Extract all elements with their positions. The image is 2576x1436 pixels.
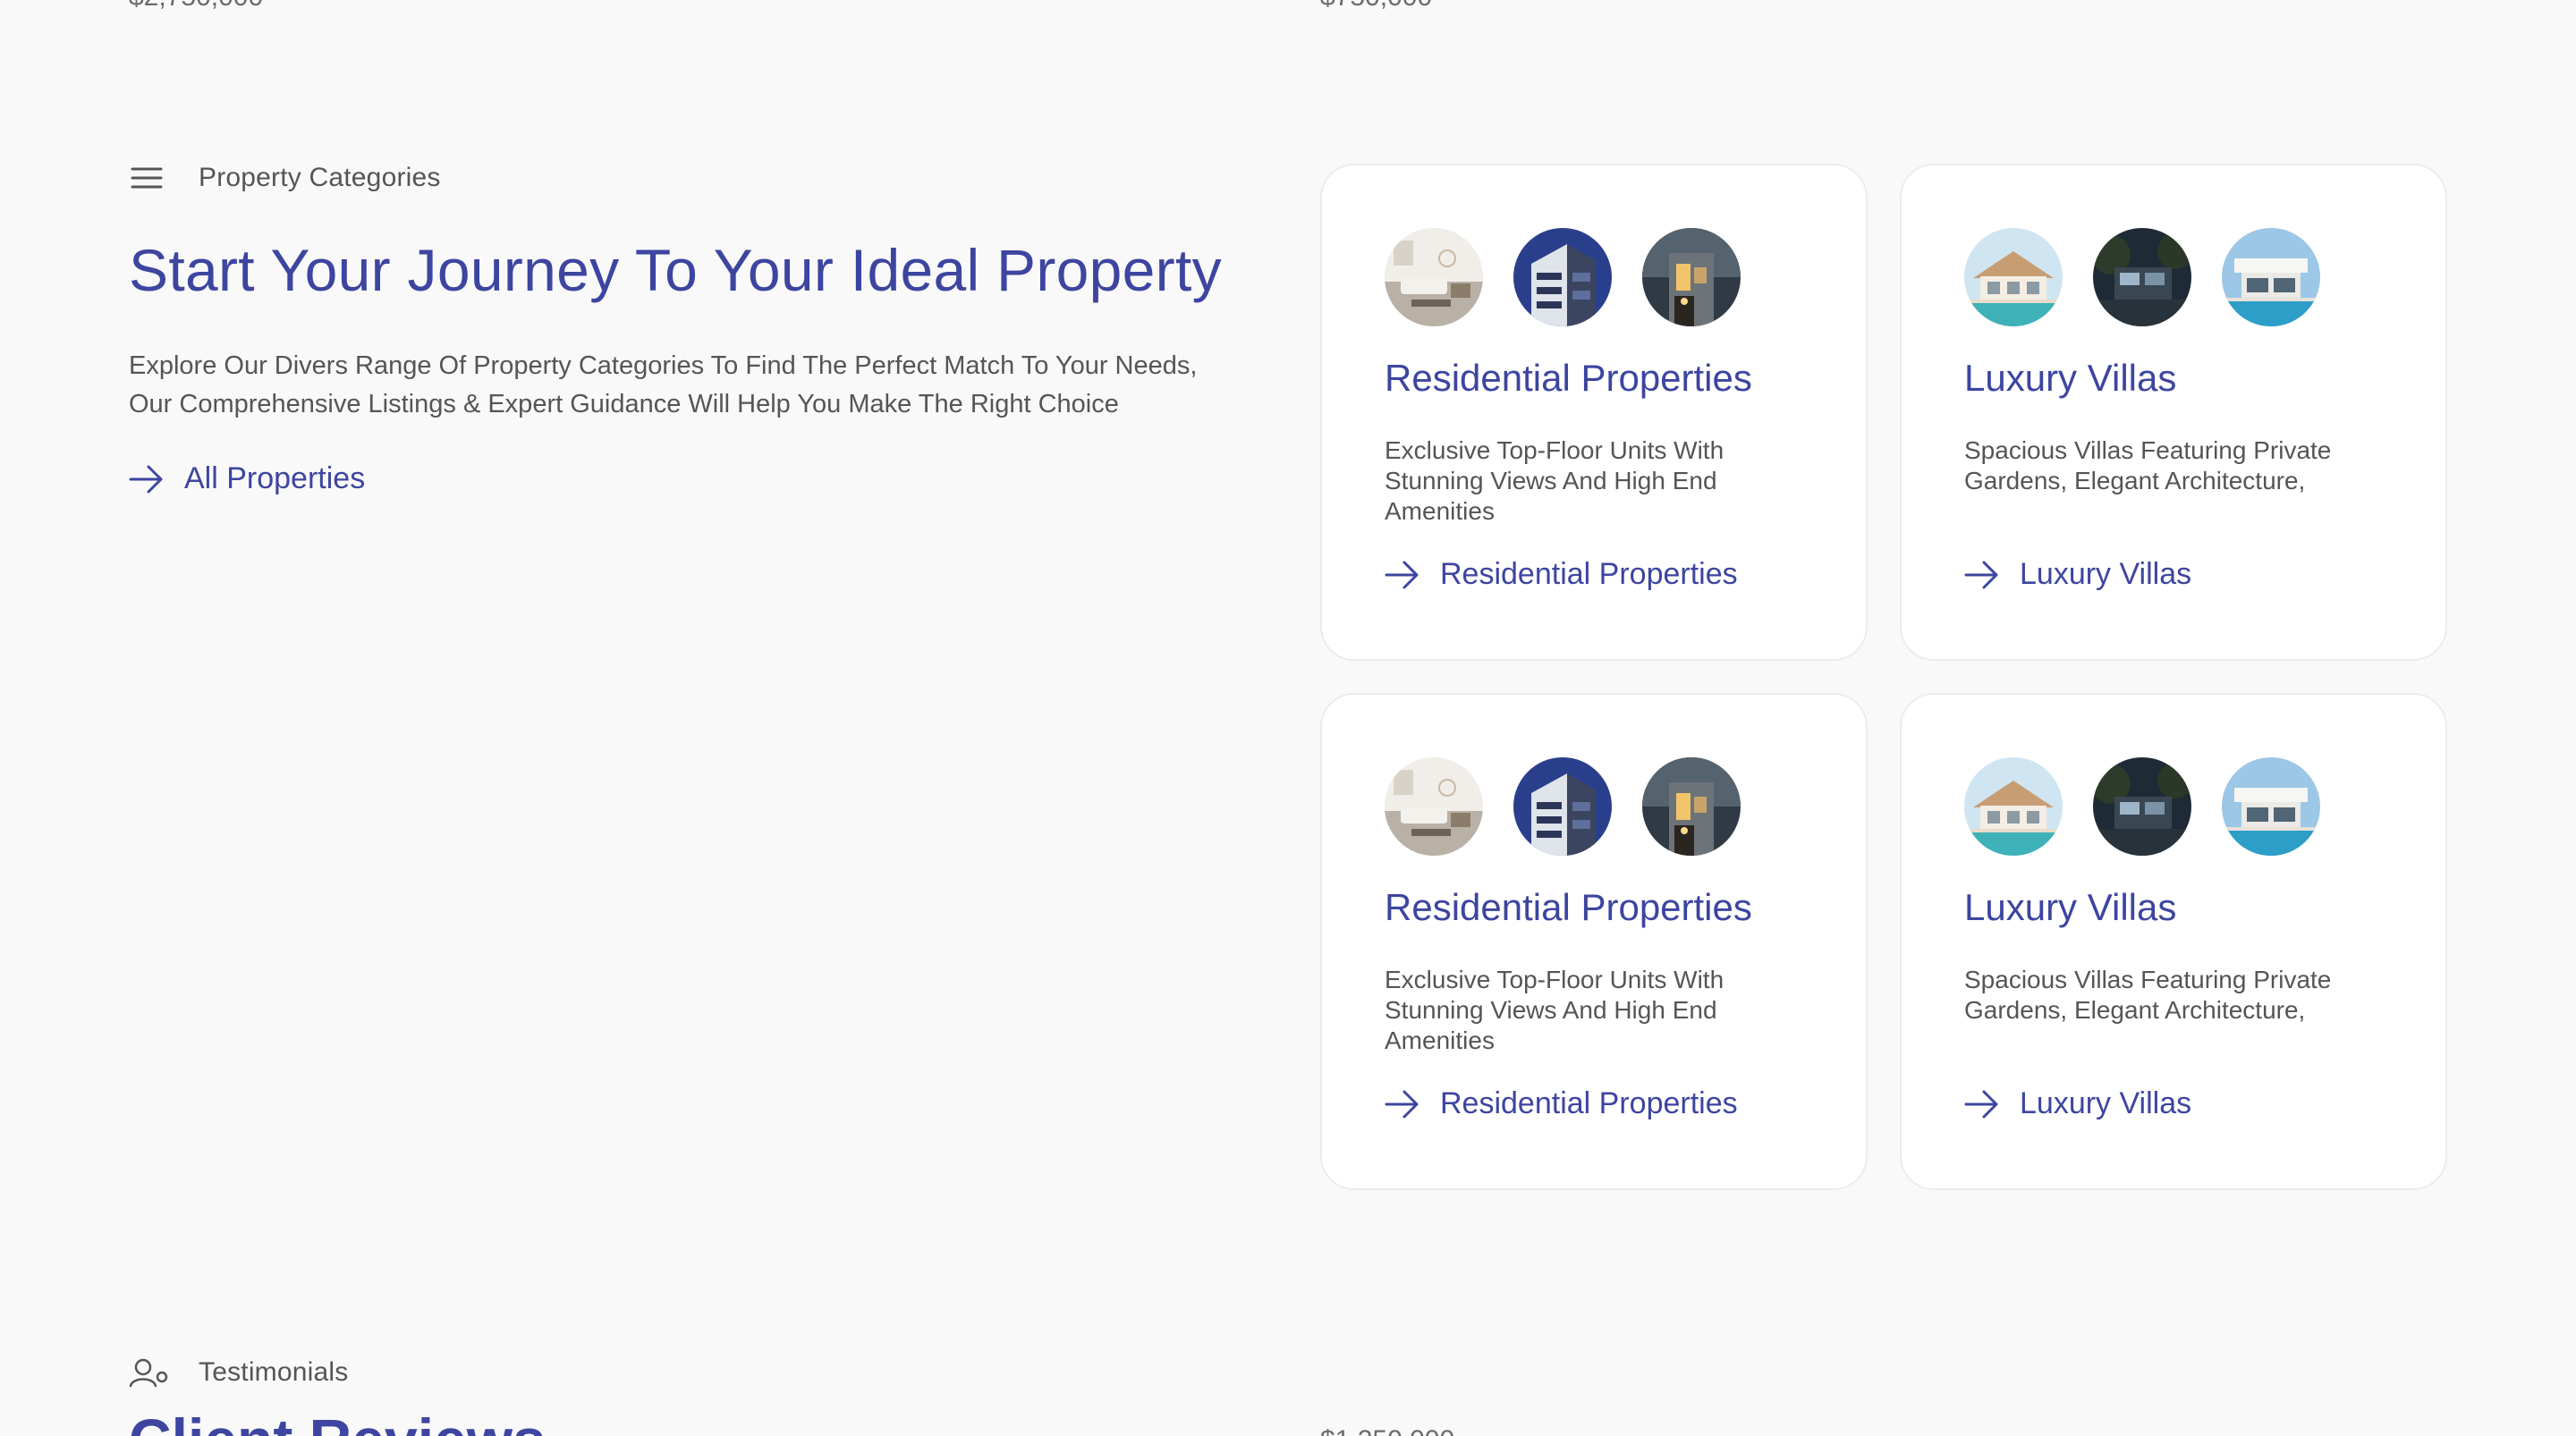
- price-label: $2,750,000: [129, 0, 263, 13]
- category-card[interactable]: Luxury Villas Spacious Villas Featuring …: [1900, 693, 2447, 1190]
- category-card[interactable]: Residential Properties Exclusive Top-Flo…: [1320, 693, 1868, 1190]
- property-thumbnail: [2093, 228, 2191, 326]
- arrow-right-icon: [1385, 559, 1420, 591]
- card-link-label: Luxury Villas: [2020, 557, 2192, 591]
- card-images: [1964, 228, 2351, 326]
- section-eyebrow-label: Property Categories: [199, 163, 441, 192]
- price-label: $750,000: [1320, 0, 1432, 13]
- all-properties-link[interactable]: All Properties: [129, 461, 365, 496]
- card-link-label: Residential Properties: [1440, 557, 1738, 591]
- arrow-right-icon: [1964, 1088, 2000, 1120]
- card-link-label: Residential Properties: [1440, 1086, 1738, 1120]
- property-thumbnail: [1642, 757, 1741, 856]
- page: $2,750,000 $750,000 Property Categories …: [0, 0, 2576, 1436]
- testimonials-side-text: $1,250,000: [1320, 1425, 1454, 1436]
- card-description: Exclusive Top-Floor Units With Stunning …: [1385, 436, 1724, 525]
- property-thumbnail: [1642, 228, 1741, 326]
- property-thumbnail: [1964, 228, 2063, 326]
- category-card[interactable]: Residential Properties Exclusive Top-Flo…: [1320, 164, 1868, 661]
- card-link-label: Luxury Villas: [2020, 1086, 2192, 1120]
- testimonials-eyebrow-label: Testimonials: [199, 1357, 349, 1387]
- category-card[interactable]: Luxury Villas Spacious Villas Featuring …: [1900, 164, 2447, 661]
- card-description: Exclusive Top-Floor Units With Stunning …: [1385, 966, 1724, 1054]
- section-headline: Start Your Journey To Your Ideal Propert…: [129, 237, 1222, 303]
- card-title: Luxury Villas: [1964, 357, 2177, 399]
- card-description: Spacious Villas Featuring Private Garden…: [1964, 436, 2332, 494]
- card-title: Residential Properties: [1385, 886, 1752, 928]
- card-images: [1964, 757, 2351, 856]
- all-properties-label: All Properties: [184, 461, 366, 495]
- property-thumbnail: [1513, 757, 1612, 856]
- property-thumbnail: [1385, 228, 1483, 326]
- card-images: [1385, 757, 1771, 856]
- card-description: Spacious Villas Featuring Private Garden…: [1964, 966, 2332, 1024]
- card-title: Residential Properties: [1385, 357, 1752, 399]
- property-thumbnail: [2222, 757, 2320, 856]
- property-thumbnail: [2093, 757, 2191, 856]
- property-thumbnail: [1513, 228, 1612, 326]
- card-link[interactable]: Luxury Villas: [1964, 557, 2191, 592]
- card-link[interactable]: Residential Properties: [1385, 557, 1738, 592]
- card-link[interactable]: Residential Properties: [1385, 1086, 1738, 1121]
- section-intro: Explore Our Divers Range Of Property Cat…: [129, 351, 1198, 418]
- section-eyebrow: Property Categories: [129, 163, 441, 193]
- menu-icon: [131, 167, 163, 189]
- testimonials-eyebrow: Testimonials: [129, 1357, 348, 1388]
- card-link[interactable]: Luxury Villas: [1964, 1086, 2191, 1121]
- card-images: [1385, 228, 1771, 326]
- property-thumbnail: [1964, 757, 2063, 856]
- card-title: Luxury Villas: [1964, 886, 2177, 928]
- property-thumbnail: [2222, 228, 2320, 326]
- arrow-right-icon: [129, 463, 165, 495]
- users-icon: [129, 1358, 168, 1388]
- testimonials-heading: Client Reviews: [129, 1406, 546, 1436]
- arrow-right-icon: [1385, 1088, 1420, 1120]
- arrow-right-icon: [1964, 559, 2000, 591]
- property-thumbnail: [1385, 757, 1483, 856]
